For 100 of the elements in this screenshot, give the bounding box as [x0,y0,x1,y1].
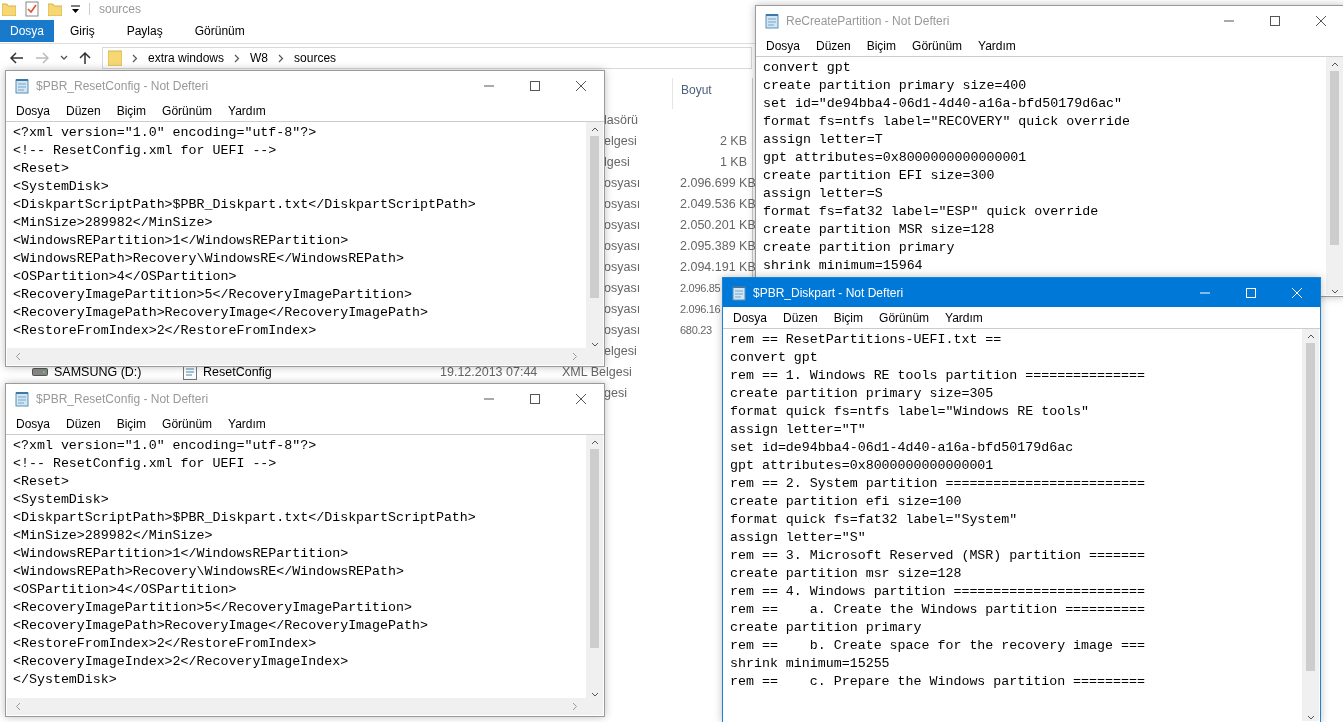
type-cell: gesi [604,385,627,400]
menu-item[interactable]: Yardım [220,103,274,118]
menu-item[interactable]: Görünüm [871,310,938,325]
text-line: create partition primary [730,619,922,637]
breadcrumb-item[interactable]: extra windows [148,51,225,65]
menu-item[interactable]: Yardım [937,310,991,325]
text-line: create partition EFI size=300 [763,167,995,185]
menu-item[interactable]: Görünüm [154,103,221,118]
type-cell: osyası [604,280,641,295]
type-cell: osyası [604,259,641,274]
text-line: set id=de94bba4-06d1-4d40-a16a-bfd50179d6ac [730,439,1074,457]
size-cell: 2.096.16 [680,302,721,315]
menu-item[interactable]: Görünüm [154,416,221,431]
text-line: <SystemDisk> [13,491,109,509]
ribbon-tab[interactable]: Giriş [54,20,111,42]
menu-item[interactable]: Dosya [8,103,58,118]
nav-item[interactable]: SAMSUNG (D:) [54,364,142,379]
menu-item[interactable]: Düzen [808,38,859,53]
text-line: assign letter=T [763,131,883,149]
text-line: assign letter=S [763,185,883,203]
text-line: <WindowsREPath>Recovery\WindowsRE</WindowsREPath> [13,250,404,268]
date-cell: 19.12.2013 07:44 [440,364,538,379]
window-title: ReCreatePartition - Not Defteri [786,13,951,28]
text-line: format fs=ntfs label="RECOVERY" quick override [763,113,1131,131]
window-title: $PBR_Diskpart - Not Defteri [753,285,905,300]
text-line: rem == b. Create space for the recovery image === [730,637,1145,655]
type-cell: lgesi [604,154,630,169]
breadcrumb-item[interactable]: W8 [250,51,269,65]
size-cell: 2.094.191 KB [680,259,756,274]
text-line: convert gpt [763,59,851,77]
text-line: <?xml version="1.0" encoding="utf-8"?> [13,124,317,142]
size-cell: 1 KB [719,154,747,169]
text-line: gpt attributes=0x8000000000000001 [730,457,994,475]
menu-item[interactable]: Biçim [858,38,905,53]
text-line: <Reset> [13,160,69,178]
text-line: create partition primary size=305 [730,385,994,403]
ribbon-tab[interactable]: Dosya [0,20,54,42]
type-cell: osyası [604,322,641,337]
menu-item[interactable]: Yardım [220,416,274,431]
menu-item[interactable]: Düzen [58,103,109,118]
menu-item[interactable]: Biçim [825,310,872,325]
window-title: $PBR_ResetConfig - Not Defteri [36,391,210,406]
text-line: gpt attributes=0x8000000000000001 [763,149,1027,167]
text-line: <DiskpartScriptPath>$PBR_Diskpart.txt</DiskpartScriptPath> [13,509,476,527]
text-line: <WindowsREPartition>1</WindowsREPartition> [13,232,349,250]
size-cell: 2.096.699 KB [680,175,756,190]
text-line: rem == a. Create the Windows partition ========== [730,601,1145,619]
type-cell: osyası [604,301,641,316]
type-cell: elgesi [604,343,637,358]
text-line: <SystemDisk> [13,178,109,196]
menu-item[interactable]: Dosya [725,310,775,325]
menu-item[interactable]: Dosya [758,38,808,53]
text-line: convert gpt [730,349,818,367]
ribbon-tab[interactable]: Paylaş [110,20,179,42]
text-line: <RecoveryImageIndex>2</RecoveryImageIndex> [13,653,349,671]
text-line: set id="de94bba4-06d1-4d40-a16a-bfd50179d6ac" [763,95,1123,113]
text-line: <MinSize>289982</MinSize> [13,214,213,232]
text-line: assign letter="T" [730,421,866,439]
column-header[interactable]: Boyut [672,78,720,109]
address-bar[interactable]: extra windows W8 sources [102,47,752,69]
menu-item[interactable]: Dosya [8,416,58,431]
text-line: format fs=fat32 label="ESP" quick override [763,203,1099,221]
menu-item[interactable]: Yardım [970,38,1024,53]
text-line: <OSPartition>4</OSPartition> [13,581,237,599]
size-cell: 2.049.536 KB [680,196,756,211]
text-line: <!-- ResetConfig.xml for UEFI --> [13,455,277,473]
text-line: <!-- ResetConfig.xml for UEFI --> [13,142,277,160]
text-line: <RecoveryImagePath>RecoveryImage</RecoveryImagePath> [13,617,428,635]
text-line: shrink minimum=15964 [763,257,923,275]
menu-item[interactable]: Düzen [58,416,109,431]
text-line: <WindowsREPath>Recovery\WindowsRE</WindowsREPath> [13,563,404,581]
size-cell: 2.050.201 KB [680,217,756,232]
text-line: <MinSize>289982</MinSize> [13,527,213,545]
text-line: <RestoreFromIndex>2</RestoreFromIndex> [13,635,317,653]
text-line: create partition primary [763,239,955,257]
text-line: <WindowsREPartition>1</WindowsREPartition> [13,545,349,563]
text-line: <OSPartition>4</OSPartition> [13,268,237,286]
menu-item[interactable]: Düzen [775,310,826,325]
text-line: <RecoveryImagePath>RecoveryImage</RecoveryImagePath> [13,304,428,322]
menu-item[interactable]: Biçim [108,416,155,431]
text-line: <Reset> [13,473,69,491]
type-cell: lasörü [604,112,639,127]
text-line: format quick fs=ntfs label="Windows RE tools" [730,403,1090,421]
menu-item[interactable]: Görünüm [904,38,971,53]
text-line: shrink minimum=15255 [730,655,890,673]
type-cell: osyası [604,238,641,253]
text-line: rem == 4. Windows partition ======================== [730,583,1145,601]
text-line: assign letter="S" [730,529,866,547]
text-line: rem == 3. Microsoft Reserved (MSR) partition ======= [730,547,1145,565]
window-title: $PBR_ResetConfig - Not Defteri [36,78,210,93]
text-line: <RecoveryImagePartition>5</RecoveryImagePartition> [13,286,412,304]
text-line: rem == 2. System partition ========================= [730,475,1145,493]
menu-item[interactable]: Biçim [108,103,155,118]
breadcrumb-item[interactable]: sources [294,51,337,65]
size-cell: 2.096.85 [680,281,721,294]
text-line: create partition efi size=100 [730,493,962,511]
ribbon-tab[interactable]: Görünüm [178,20,261,42]
type-cell: XML Belgesi [562,364,632,379]
type-cell: osyası [604,175,641,190]
file-name[interactable]: ResetConfig [203,364,272,379]
